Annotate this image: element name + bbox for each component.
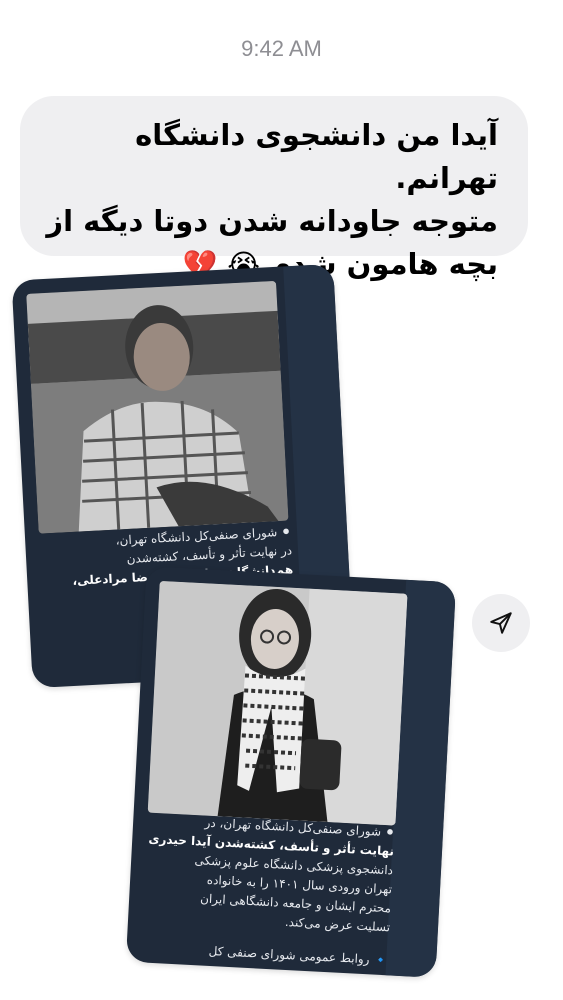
caption-footer: 🔹 روابط عمومی شورای صنفی کل [208,943,389,968]
post-caption-2: ⚫ شورای صنفی‌کل دانشگاه تهران، در نهایت … [142,811,395,971]
shared-post-card-2[interactable]: ⚫ شورای صنفی‌کل دانشگاه تهران، در نهایت … [125,566,457,978]
message-bubble[interactable]: آیدا من دانشجوی دانشگاه تهرانم. متوجه جا… [20,96,528,281]
share-button[interactable] [472,594,530,652]
man-portrait-image [26,280,289,534]
woman-portrait-image [147,580,408,826]
message-timestamp: 9:42 AM [241,36,322,61]
message-text: آیدا من دانشجوی دانشگاه تهرانم. متوجه جا… [46,114,498,286]
send-icon [490,612,512,634]
message-line-2: متوجه جاودانه شدن دوتا دیگه از [46,204,498,238]
message-line-1: آیدا من دانشجوی دانشگاه تهرانم. [135,118,498,195]
post-photo-2 [147,580,408,826]
post-photo-1 [26,280,289,534]
